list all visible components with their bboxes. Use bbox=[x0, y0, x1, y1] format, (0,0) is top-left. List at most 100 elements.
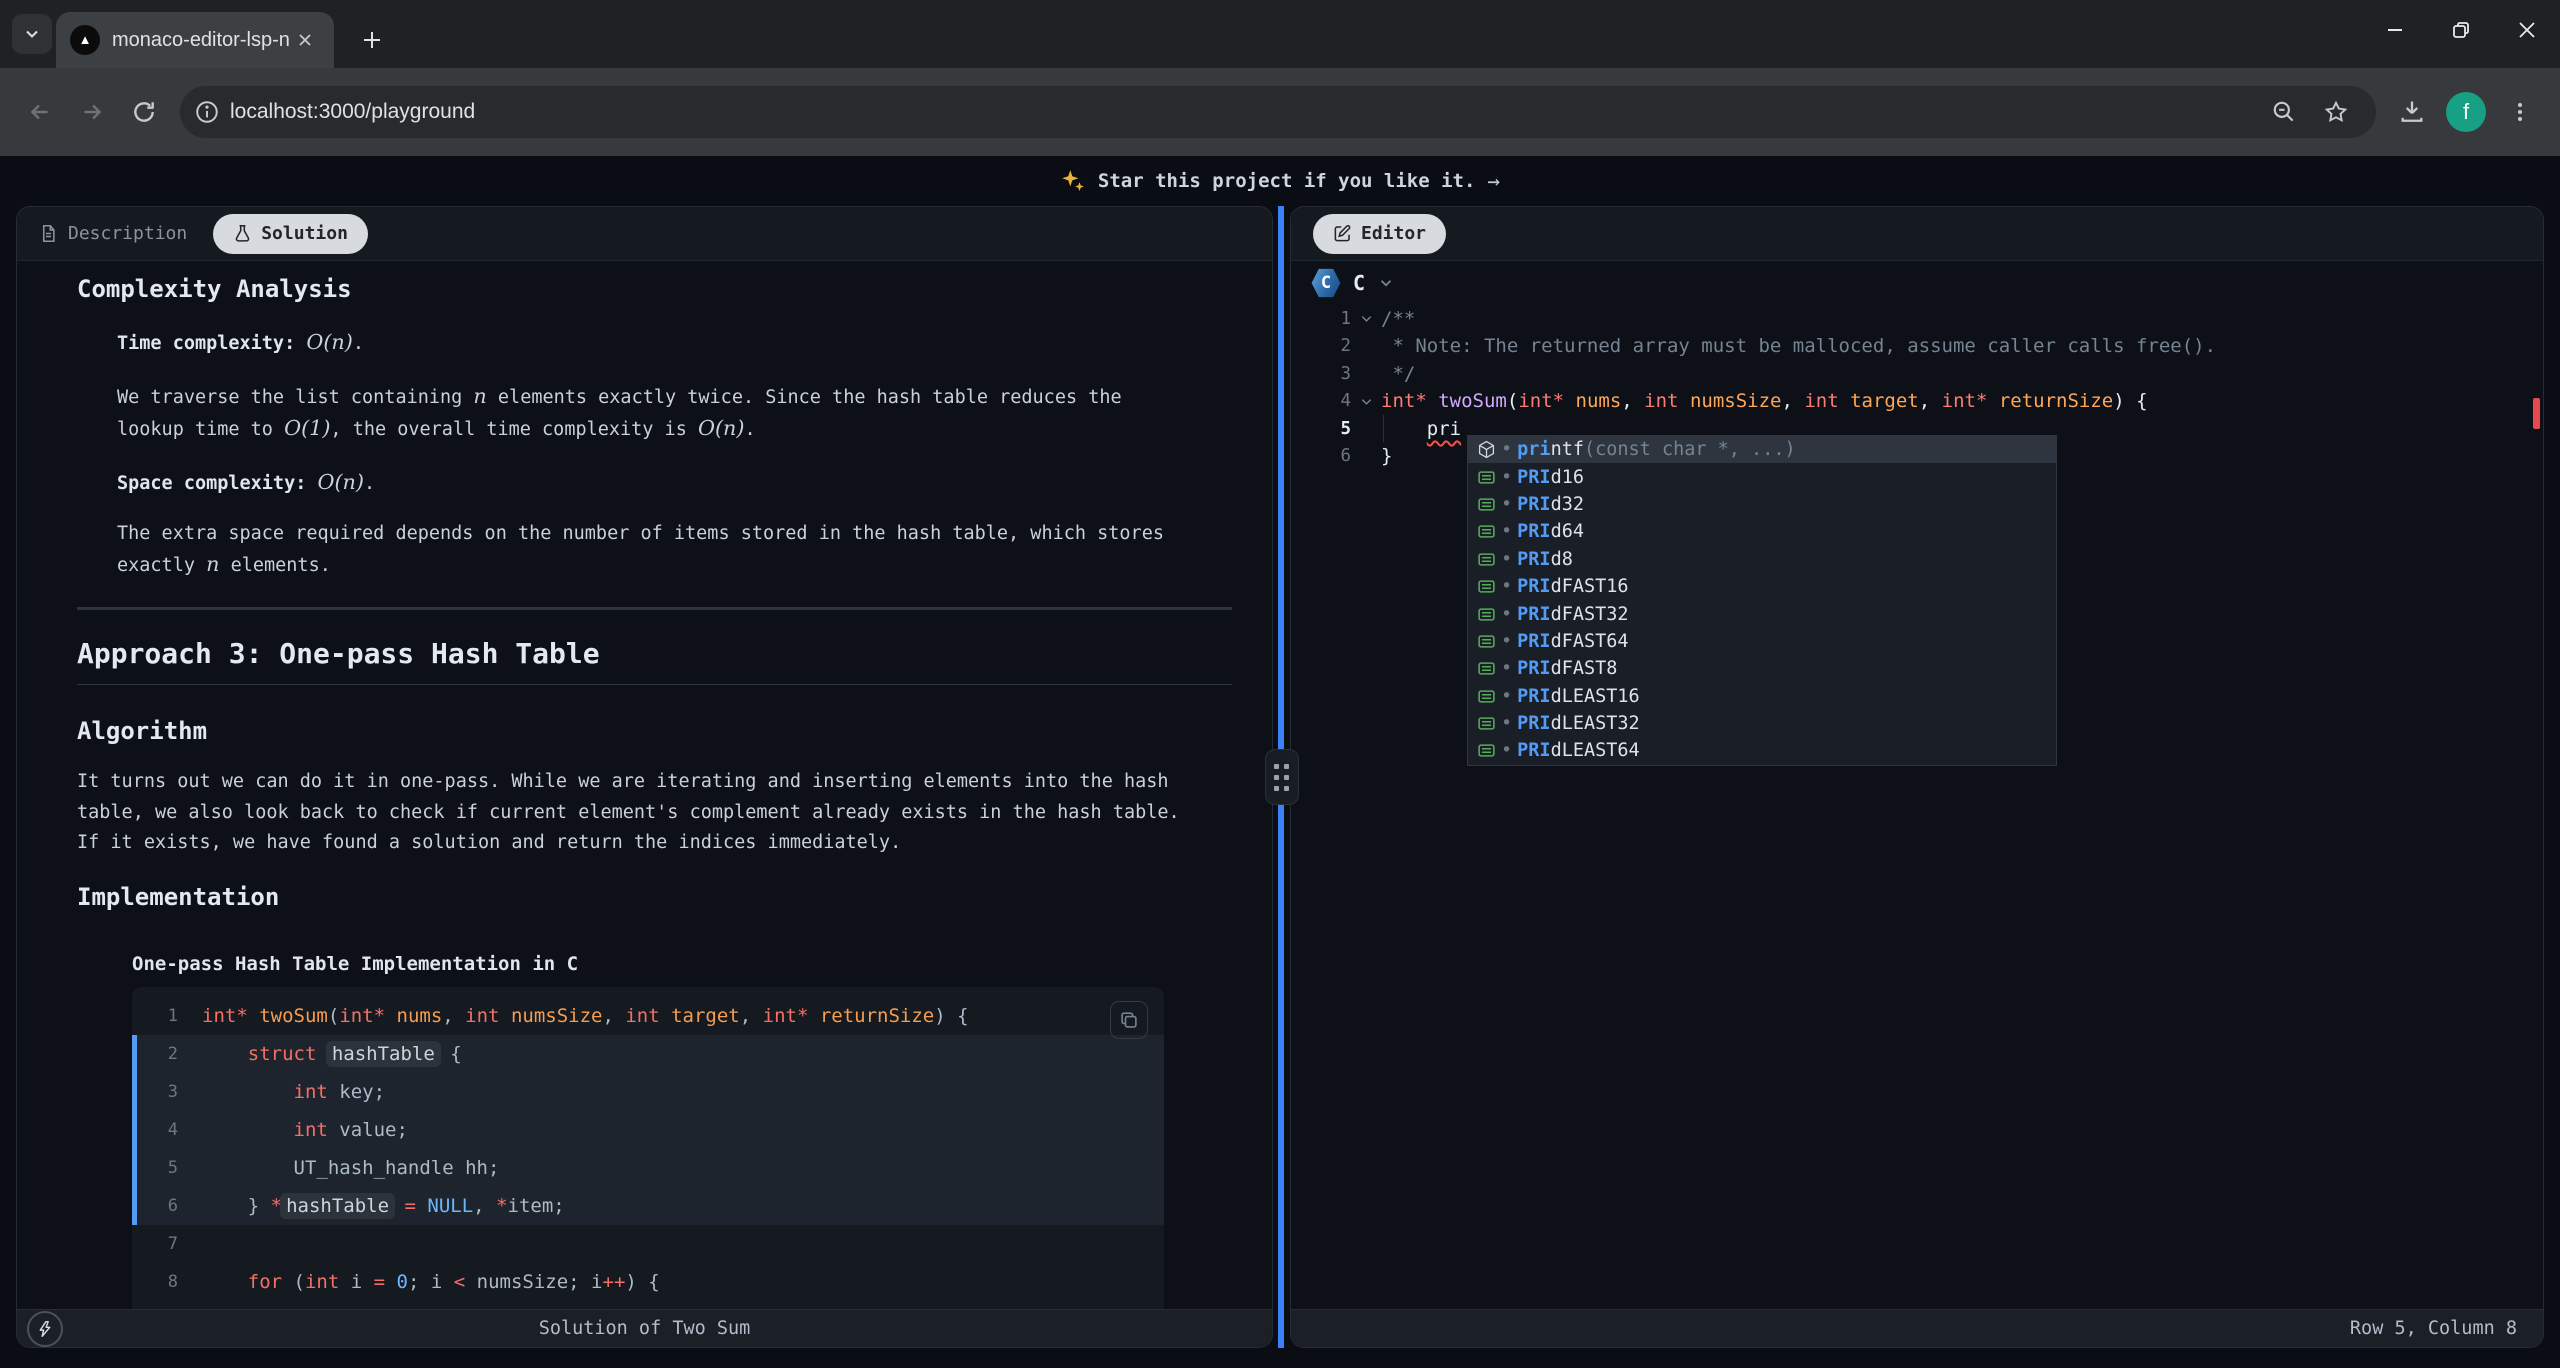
code-line: 6 } *hashTable = NULL, *item; bbox=[132, 1187, 1164, 1225]
new-tab-button[interactable] bbox=[352, 20, 392, 60]
suggest-bullet: • bbox=[1501, 658, 1512, 679]
line-number: 5 bbox=[132, 1158, 178, 1178]
address-bar[interactable]: localhost:3000/playground bbox=[180, 86, 2376, 138]
code-line: 1int* twoSum(int* nums, int numsSize, in… bbox=[132, 997, 1164, 1035]
forward-button[interactable] bbox=[70, 90, 114, 134]
browser-window: ▲ monaco-editor-lsp-next bbox=[0, 0, 2560, 1368]
close-window-button[interactable] bbox=[2494, 0, 2560, 60]
restore-button[interactable] bbox=[2428, 0, 2494, 60]
fold-chevron-icon[interactable] bbox=[1351, 311, 1381, 326]
code-text: } *hashTable = NULL, *item; bbox=[202, 1195, 565, 1217]
heading-implementation: Implementation bbox=[77, 881, 1232, 913]
editor-code-text: } bbox=[1381, 445, 1392, 467]
arrow-right-icon: → bbox=[1487, 169, 1500, 193]
code-text: struct hashTable { bbox=[202, 1043, 462, 1065]
suggest-item[interactable]: •PRIdFAST16 bbox=[1468, 573, 2056, 600]
editor-line[interactable]: 4int* twoSum(int* nums, int numsSize, in… bbox=[1291, 388, 2543, 416]
symbol-constant-icon bbox=[1477, 495, 1496, 514]
tab-close-button[interactable] bbox=[290, 25, 320, 55]
suggest-item[interactable]: •PRIdFAST8 bbox=[1468, 655, 2056, 682]
editor-line[interactable]: 1/** bbox=[1291, 305, 2543, 333]
quick-action-button[interactable] bbox=[27, 1311, 63, 1347]
editor-line-number: 2 bbox=[1291, 336, 1351, 356]
code-line: 3 int key; bbox=[132, 1073, 1164, 1111]
cursor-position-text: Row 5, Column 8 bbox=[2350, 1318, 2517, 1339]
site-info-icon[interactable] bbox=[194, 99, 220, 125]
line-number: 8 bbox=[132, 1272, 178, 1292]
suggest-item[interactable]: •PRId64 bbox=[1468, 518, 2056, 545]
window-controls bbox=[2362, 0, 2560, 60]
flask-icon bbox=[233, 224, 252, 243]
complexity-section: Time complexity: O(n). We traverse the l… bbox=[117, 327, 1232, 581]
language-selector[interactable]: C C bbox=[1291, 261, 2543, 305]
suggest-match-text: pri bbox=[1517, 439, 1550, 460]
suggest-item[interactable]: •PRId8 bbox=[1468, 546, 2056, 573]
suggest-item[interactable]: •PRIdLEAST32 bbox=[1468, 710, 2056, 737]
suggest-item[interactable]: •PRIdFAST64 bbox=[1468, 628, 2056, 655]
symbol-constant-icon bbox=[1477, 714, 1496, 733]
editor-line[interactable]: 3 */ bbox=[1291, 360, 2543, 388]
profile-avatar[interactable]: f bbox=[2446, 92, 2486, 132]
copy-code-button[interactable] bbox=[1110, 1001, 1148, 1039]
star-project-banner[interactable]: Star this project if you like it. → bbox=[16, 156, 2544, 206]
problem-panel: Description Solution Complexity Analysis… bbox=[16, 206, 1273, 1348]
downloads-button[interactable] bbox=[2390, 90, 2434, 134]
suggest-bullet: • bbox=[1501, 686, 1512, 707]
browser-menu-button[interactable] bbox=[2498, 90, 2542, 134]
code-text: int value; bbox=[202, 1119, 408, 1141]
symbol-constant-icon bbox=[1477, 577, 1496, 596]
reload-button[interactable] bbox=[122, 90, 166, 134]
chevron-down-icon bbox=[22, 24, 42, 44]
suggest-bullet: • bbox=[1501, 576, 1512, 597]
editor-line[interactable]: 2 * Note: The returned array must be mal… bbox=[1291, 333, 2543, 361]
minimize-button[interactable] bbox=[2362, 0, 2428, 60]
code-text: UT_hash_handle hh; bbox=[202, 1157, 499, 1179]
tab-description-label: Description bbox=[68, 223, 187, 244]
tab-solution[interactable]: Solution bbox=[213, 214, 368, 254]
forward-icon bbox=[79, 99, 105, 125]
fold-chevron-icon[interactable] bbox=[1351, 394, 1381, 409]
time-complexity-text: Time complexity: O(n). bbox=[117, 327, 1232, 359]
suggest-match-text: PRI bbox=[1517, 604, 1550, 625]
code-text: for (int i = 0; i < numsSize; i++) { bbox=[202, 1271, 660, 1293]
problem-status-text: Solution of Two Sum bbox=[539, 1318, 751, 1339]
tab-search-button[interactable] bbox=[12, 14, 52, 54]
heading-approach-3: Approach 3: One-pass Hash Table bbox=[77, 636, 1232, 685]
line-number: 7 bbox=[132, 1234, 178, 1254]
suggest-item[interactable]: •printf(const char *, ...) bbox=[1468, 436, 2056, 463]
suggest-match-text: PRI bbox=[1517, 576, 1550, 597]
suggest-item[interactable]: •PRIdFAST32 bbox=[1468, 600, 2056, 627]
suggest-label-text: d64 bbox=[1551, 521, 1584, 542]
url-text: localhost:3000/playground bbox=[230, 100, 475, 124]
tab-editor[interactable]: Editor bbox=[1313, 214, 1446, 254]
symbol-constant-icon bbox=[1477, 605, 1496, 624]
zoom-out-button[interactable] bbox=[2262, 90, 2306, 134]
back-button[interactable] bbox=[18, 90, 62, 134]
panel-resizer[interactable] bbox=[1273, 206, 1290, 1348]
browser-tab[interactable]: ▲ monaco-editor-lsp-next bbox=[56, 12, 334, 68]
playground-page: Star this project if you like it. → Desc… bbox=[0, 156, 2560, 1368]
edit-icon bbox=[1333, 224, 1352, 243]
suggest-match-text: PRI bbox=[1517, 631, 1550, 652]
browser-tab-strip: ▲ monaco-editor-lsp-next bbox=[0, 0, 2560, 68]
error-ruler-marker bbox=[2533, 398, 2540, 429]
symbol-constant-icon bbox=[1477, 468, 1496, 487]
suggest-item[interactable]: •PRId32 bbox=[1468, 491, 2056, 518]
bookmark-button[interactable] bbox=[2314, 90, 2358, 134]
symbol-constant-icon bbox=[1477, 741, 1496, 760]
tab-description[interactable]: Description bbox=[39, 223, 187, 244]
suggest-match-text: PRI bbox=[1517, 494, 1550, 515]
suggest-match-text: PRI bbox=[1517, 686, 1550, 707]
editor-line-number: 6 bbox=[1291, 446, 1351, 466]
kebab-menu-icon bbox=[2508, 100, 2532, 124]
code-line: 5 UT_hash_handle hh; bbox=[132, 1149, 1164, 1187]
star-icon bbox=[2323, 99, 2349, 125]
monaco-editor[interactable]: 1/**2 * Note: The returned array must be… bbox=[1291, 305, 2543, 1309]
editor-code-text: * Note: The returned array must be mallo… bbox=[1381, 335, 2216, 357]
line-number: 2 bbox=[132, 1044, 178, 1064]
editor-panel-header: Editor bbox=[1291, 207, 2543, 261]
suggest-bullet: • bbox=[1501, 494, 1512, 515]
suggest-item[interactable]: •PRIdLEAST16 bbox=[1468, 683, 2056, 710]
suggest-item[interactable]: •PRIdLEAST64 bbox=[1468, 737, 2056, 764]
suggest-item[interactable]: •PRId16 bbox=[1468, 463, 2056, 490]
